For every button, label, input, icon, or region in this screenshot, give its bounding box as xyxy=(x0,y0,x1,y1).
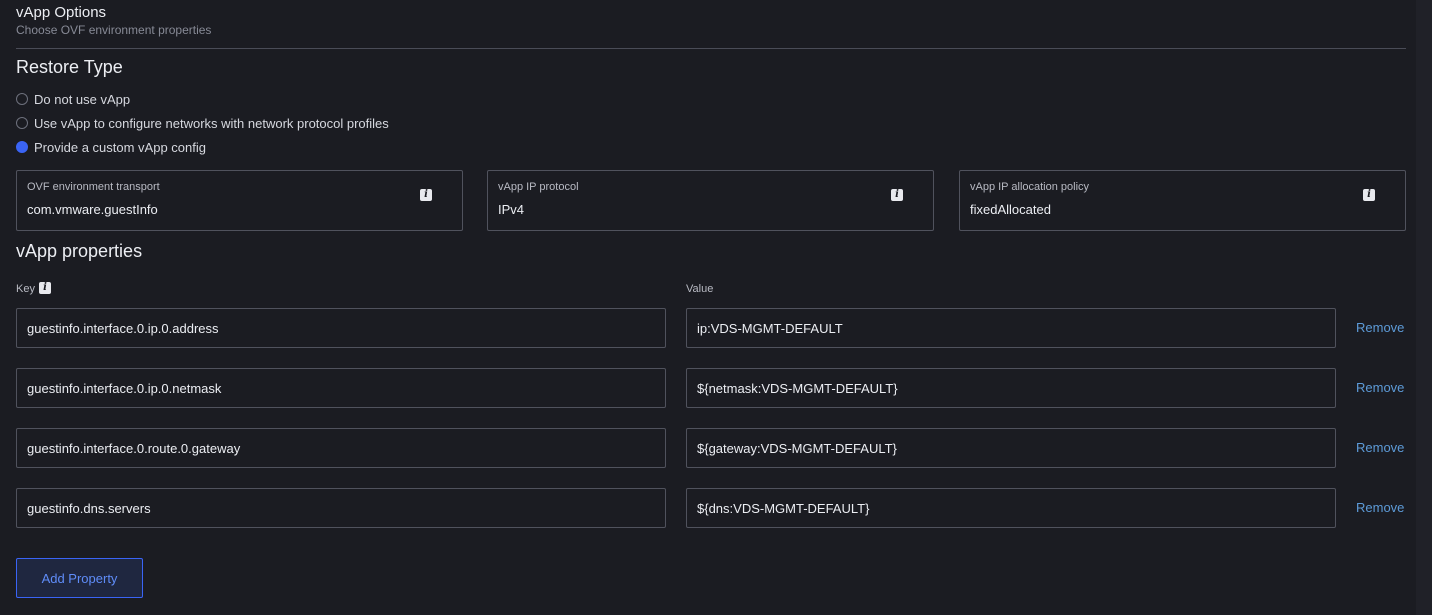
value-column-label: Value xyxy=(686,283,714,295)
radio-do-not-use-vapp[interactable]: Do not use vApp xyxy=(16,90,130,108)
radio-use-vapp-network-profiles[interactable]: Use vApp to configure networks with netw… xyxy=(16,114,389,132)
vapp-ip-allocation-policy-select[interactable]: vApp IP allocation policy fixedAllocated… xyxy=(959,170,1406,231)
select-value: fixedAllocated xyxy=(970,202,1051,217)
vapp-ip-protocol-select[interactable]: vApp IP protocol IPv4 i xyxy=(487,170,934,231)
radio-label: Use vApp to configure networks with netw… xyxy=(34,115,389,131)
select-label: vApp IP allocation policy xyxy=(970,181,1090,193)
property-value-input[interactable] xyxy=(686,428,1336,468)
select-value: com.vmware.guestInfo xyxy=(27,202,158,217)
ovf-environment-transport-select[interactable]: OVF environment transport com.vmware.gue… xyxy=(16,170,463,231)
radio-button-icon[interactable] xyxy=(16,117,28,129)
add-property-button[interactable]: Add Property xyxy=(16,558,143,598)
select-value: IPv4 xyxy=(498,202,525,217)
select-label: OVF environment transport xyxy=(27,181,160,193)
select-label: vApp IP protocol xyxy=(498,181,579,193)
property-value-input[interactable] xyxy=(686,368,1336,408)
vapp-properties-heading: vApp properties xyxy=(16,241,143,261)
section-title: vApp Options xyxy=(16,4,107,21)
remove-property-link[interactable]: Remove xyxy=(1356,380,1404,395)
property-value-input[interactable] xyxy=(686,488,1336,528)
divider xyxy=(16,48,1406,49)
radio-custom-vapp-config[interactable]: Provide a custom vApp config xyxy=(16,138,206,156)
remove-property-link[interactable]: Remove xyxy=(1356,500,1404,515)
property-value-input[interactable] xyxy=(686,308,1336,348)
radio-label: Provide a custom vApp config xyxy=(34,139,206,155)
info-icon[interactable]: i xyxy=(891,189,903,201)
property-key-input[interactable] xyxy=(16,368,666,408)
radio-button-icon[interactable] xyxy=(16,93,28,105)
radio-label: Do not use vApp xyxy=(34,91,131,107)
info-icon[interactable]: i xyxy=(39,282,51,294)
section-subtitle: Choose OVF environment properties xyxy=(16,23,212,37)
property-key-input[interactable] xyxy=(16,428,666,468)
restore-type-heading: Restore Type xyxy=(16,57,123,77)
radio-button-selected-icon[interactable] xyxy=(16,141,28,153)
remove-property-link[interactable]: Remove xyxy=(1356,440,1404,455)
property-key-input[interactable] xyxy=(16,308,666,348)
key-column-label: Key xyxy=(16,283,35,295)
info-icon[interactable]: i xyxy=(1363,189,1375,201)
info-icon[interactable]: i xyxy=(420,189,432,201)
remove-property-link[interactable]: Remove xyxy=(1356,320,1404,335)
right-scroll-gutter xyxy=(1416,0,1432,615)
property-key-input[interactable] xyxy=(16,488,666,528)
